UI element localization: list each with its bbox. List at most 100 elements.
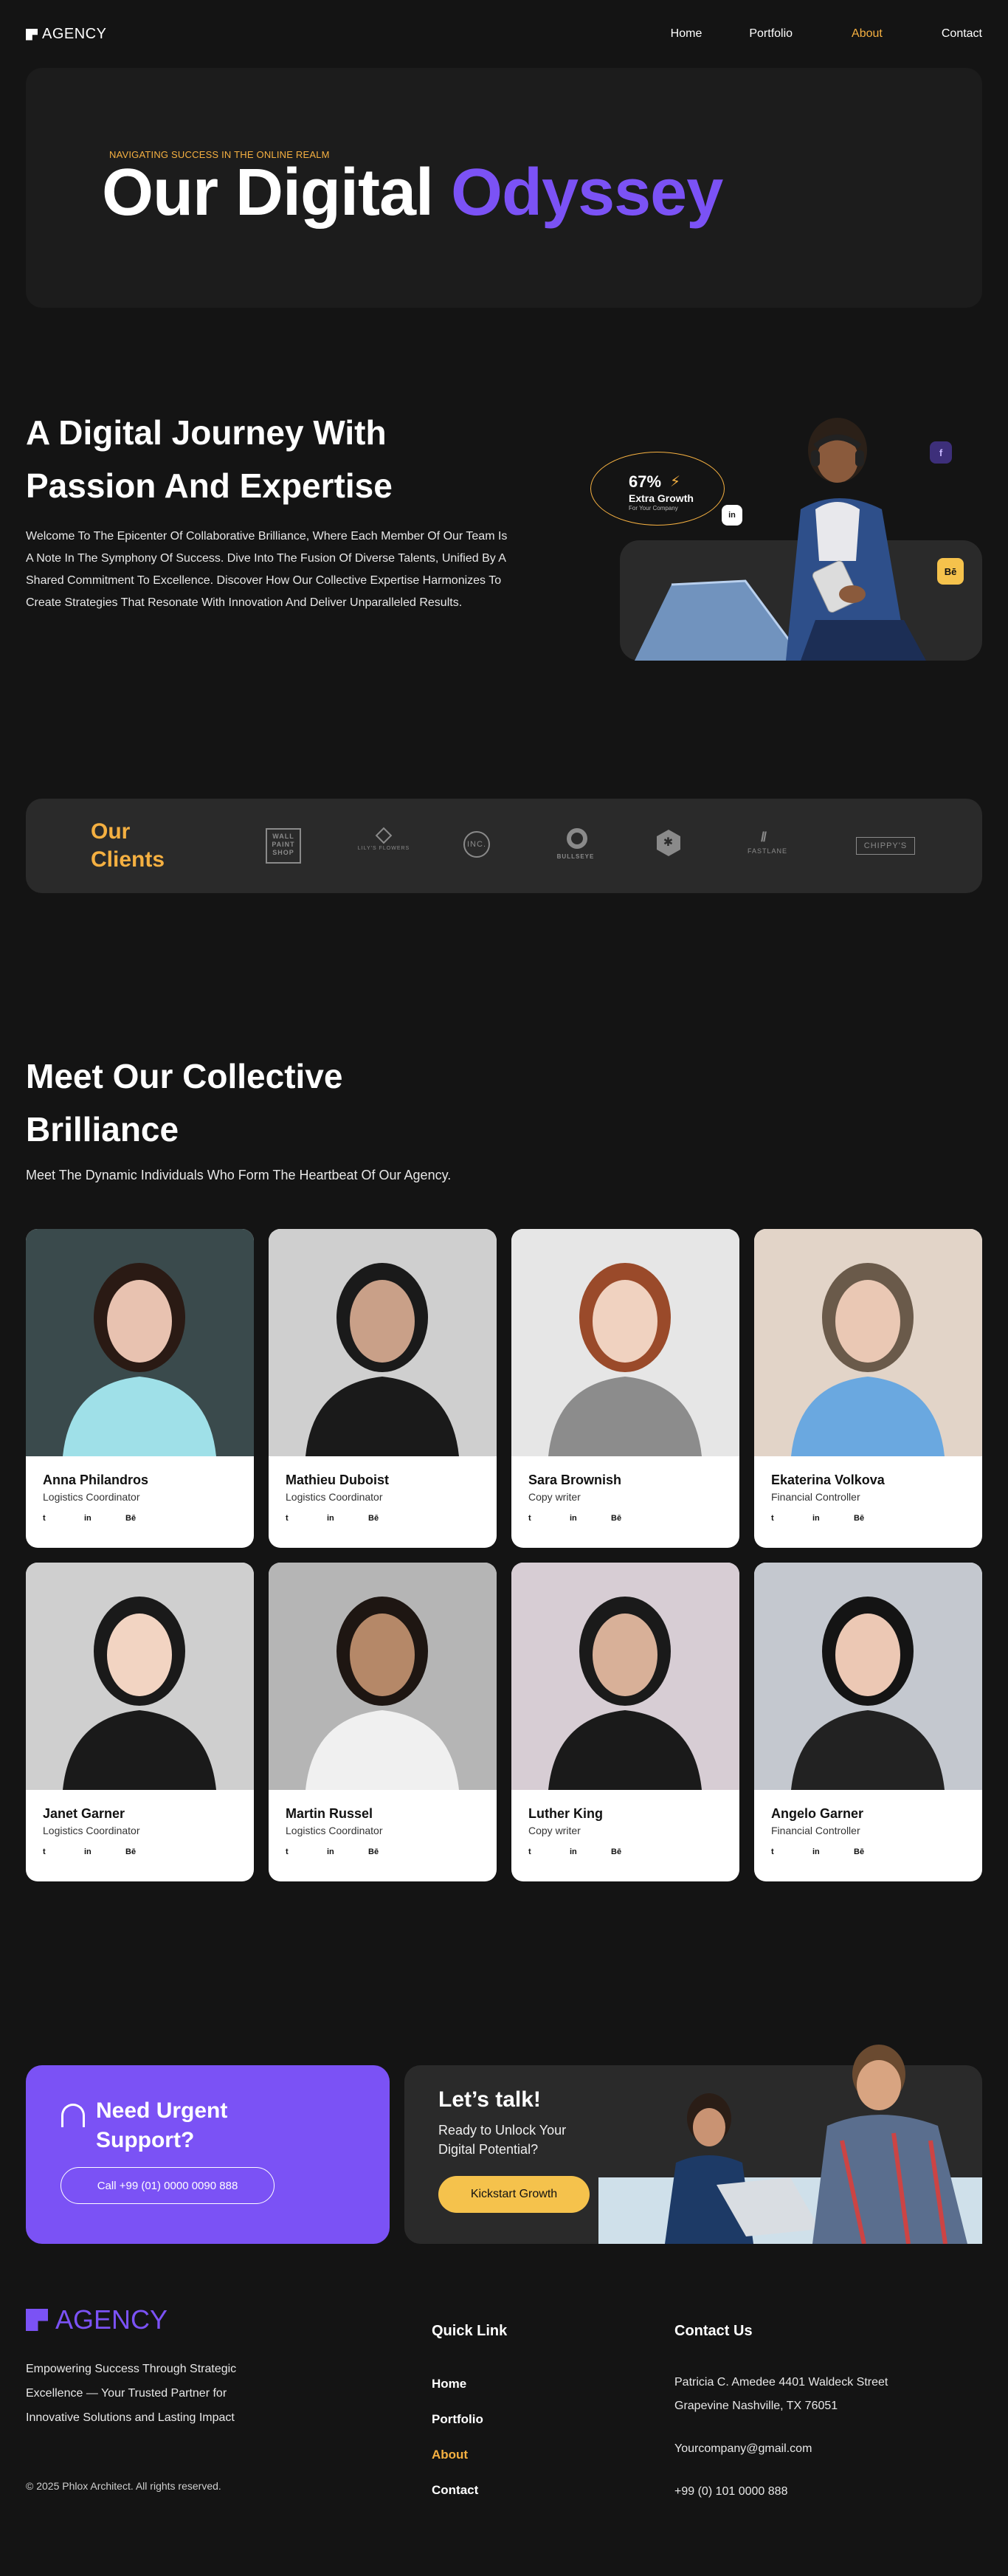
- talk-title: Let’s talk!: [438, 2087, 541, 2112]
- team-card[interactable]: Martin Russel Logistics Coordinator t in Bē: [269, 1563, 497, 1881]
- urgent-support-card: Need Urgent Support? Call +99 (01) 0000 …: [26, 2065, 390, 2244]
- brand-name: AGENCY: [42, 26, 107, 42]
- growth-sublabel: For Your Company: [629, 505, 678, 512]
- team-card[interactable]: Anna Philandros Logistics Coordinator t in B…: [26, 1229, 254, 1548]
- linkedin-icon[interactable]: in: [812, 1514, 854, 1523]
- team-card[interactable]: Mathieu Duboist Logistics Coordinator t in B…: [269, 1229, 497, 1548]
- team-meeting-photo: [598, 2045, 982, 2244]
- twitter-icon[interactable]: t: [771, 1514, 812, 1523]
- journey-text: Welcome To The Epicenter Of Collaborativ…: [26, 530, 508, 609]
- team-title: Meet Our Collective Brilliance: [26, 1057, 343, 1148]
- client-logo-inc: INC.: [463, 831, 490, 858]
- brand-logo[interactable]: AGENCY: [26, 26, 106, 43]
- member-photo: [754, 1229, 982, 1456]
- bolt-icon: ⚡: [670, 474, 681, 490]
- member-social-links: t in Bē: [771, 1847, 895, 1856]
- footer-logo[interactable]: AGENCY: [26, 2304, 168, 2335]
- member-social-links: t in Bē: [528, 1514, 652, 1523]
- contact-phone[interactable]: +99 (0) 101 0000 888: [674, 2480, 940, 2504]
- behance-icon[interactable]: Bē: [125, 1514, 167, 1523]
- team-card[interactable]: Janet Garner Logistics Coordinator t in Bē: [26, 1563, 254, 1881]
- facebook-icon[interactable]: f: [930, 441, 952, 464]
- nav-link-about[interactable]: About: [852, 27, 883, 41]
- twitter-icon[interactable]: t: [43, 1847, 84, 1856]
- member-photo: [511, 1563, 739, 1790]
- footer-brand-name: AGENCY: [55, 2304, 168, 2335]
- hero-title: Our Digital Odyssey: [102, 155, 723, 231]
- twitter-icon[interactable]: t: [43, 1514, 84, 1523]
- team-card[interactable]: Sara Brownish Copy writer t in Bē: [511, 1229, 739, 1548]
- client-logo-wall-paint-shop: WALL PAINT SHOP: [266, 828, 301, 864]
- nav-link-portfolio[interactable]: Portfolio: [749, 27, 793, 41]
- behance-icon[interactable]: Bē: [854, 1847, 895, 1856]
- member-name: Sara Brownish: [528, 1473, 622, 1487]
- behance-icon[interactable]: Bē: [611, 1514, 652, 1523]
- linkedin-icon[interactable]: in: [570, 1847, 611, 1856]
- nav-link-home[interactable]: Home: [671, 27, 703, 41]
- client-logo-fastlane: // FASTLANE: [747, 830, 787, 855]
- team-card[interactable]: Angelo Garner Financial Controller t in Bē: [754, 1563, 982, 1881]
- team-subtitle: Meet The Dynamic Individuals Who Form Th…: [26, 1168, 452, 1182]
- member-role: Logistics Coordinator: [43, 1825, 140, 1836]
- member-name: Martin Russel: [286, 1806, 373, 1821]
- behance-icon[interactable]: Bē: [368, 1847, 410, 1856]
- member-social-links: t in Bē: [286, 1514, 410, 1523]
- journey-visual: 67% ⚡ Extra Growth For Your Company f in…: [590, 413, 982, 661]
- client-logo-bullseye: BULLSEYE: [546, 828, 605, 860]
- linkedin-icon[interactable]: in: [812, 1847, 854, 1856]
- twitter-icon[interactable]: t: [528, 1847, 570, 1856]
- team-card[interactable]: Ekaterina Volkova Financial Controller t in…: [754, 1229, 982, 1548]
- member-name: Ekaterina Volkova: [771, 1473, 885, 1487]
- twitter-icon[interactable]: t: [771, 1847, 812, 1856]
- linkedin-icon[interactable]: in: [327, 1847, 368, 1856]
- logo-mark-icon: [26, 2309, 48, 2331]
- member-social-links: t in Bē: [528, 1847, 652, 1856]
- fastlane-mark-icon: //: [761, 830, 767, 844]
- member-photo: [26, 1563, 254, 1790]
- member-photo: [269, 1229, 497, 1456]
- flower-icon: [375, 827, 393, 844]
- member-photo: [754, 1563, 982, 1790]
- kickstart-growth-button[interactable]: Kickstart Growth: [438, 2176, 590, 2213]
- linkedin-icon[interactable]: in: [84, 1847, 125, 1856]
- footer-link-contact[interactable]: Contact: [432, 2483, 478, 2498]
- team-card[interactable]: Luther King Copy writer t in Bē: [511, 1563, 739, 1881]
- contact-email[interactable]: Yourcompany@gmail.com: [674, 2437, 940, 2461]
- behance-icon[interactable]: Bē: [125, 1847, 167, 1856]
- linkedin-icon[interactable]: in: [722, 505, 742, 526]
- member-role: Copy writer: [528, 1491, 581, 1503]
- member-name: Janet Garner: [43, 1806, 125, 1821]
- footer-link-home[interactable]: Home: [432, 2377, 466, 2391]
- quick-link-title: Quick Link: [432, 2323, 508, 2339]
- clients-title: Our Clients: [91, 819, 165, 872]
- member-role: Financial Controller: [771, 1491, 860, 1503]
- twitter-icon[interactable]: t: [286, 1514, 327, 1523]
- clients-strip: Our Clients WALL PAINT SHOP LILY'S FLOWE…: [26, 799, 982, 893]
- behance-icon[interactable]: Bē: [937, 558, 964, 585]
- contact-address: Patricia C. Amedee 4401 Waldeck Street G…: [674, 2376, 888, 2412]
- person-photo: [734, 413, 956, 661]
- member-role: Logistics Coordinator: [286, 1491, 383, 1503]
- member-role: Logistics Coordinator: [286, 1825, 383, 1836]
- nav-link-contact[interactable]: Contact: [942, 27, 982, 41]
- hero-title-accent: Odyssey: [451, 156, 723, 230]
- member-name: Angelo Garner: [771, 1806, 864, 1821]
- member-social-links: t in Bē: [43, 1847, 167, 1856]
- member-role: Copy writer: [528, 1825, 581, 1836]
- twitter-icon[interactable]: t: [286, 1847, 327, 1856]
- lets-talk-card: Let’s talk! Ready to Unlock Your Digital…: [404, 2045, 982, 2244]
- linkedin-icon[interactable]: in: [570, 1514, 611, 1523]
- behance-icon[interactable]: Bē: [611, 1847, 652, 1856]
- client-logo-chippys: CHIPPY'S: [856, 837, 915, 855]
- top-nav: AGENCY Home Portfolio About Contact: [0, 0, 1008, 66]
- behance-icon[interactable]: Bē: [368, 1514, 410, 1523]
- member-social-links: t in Bē: [43, 1514, 167, 1523]
- behance-icon[interactable]: Bē: [854, 1514, 895, 1523]
- footer-link-portfolio[interactable]: Portfolio: [432, 2412, 483, 2427]
- twitter-icon[interactable]: t: [528, 1514, 570, 1523]
- linkedin-icon[interactable]: in: [84, 1514, 125, 1523]
- call-button[interactable]: Call +99 (01) 0000 0090 888: [61, 2167, 275, 2204]
- footer-link-about[interactable]: About: [432, 2448, 468, 2462]
- contact-us-title: Contact Us: [674, 2323, 753, 2339]
- linkedin-icon[interactable]: in: [327, 1514, 368, 1523]
